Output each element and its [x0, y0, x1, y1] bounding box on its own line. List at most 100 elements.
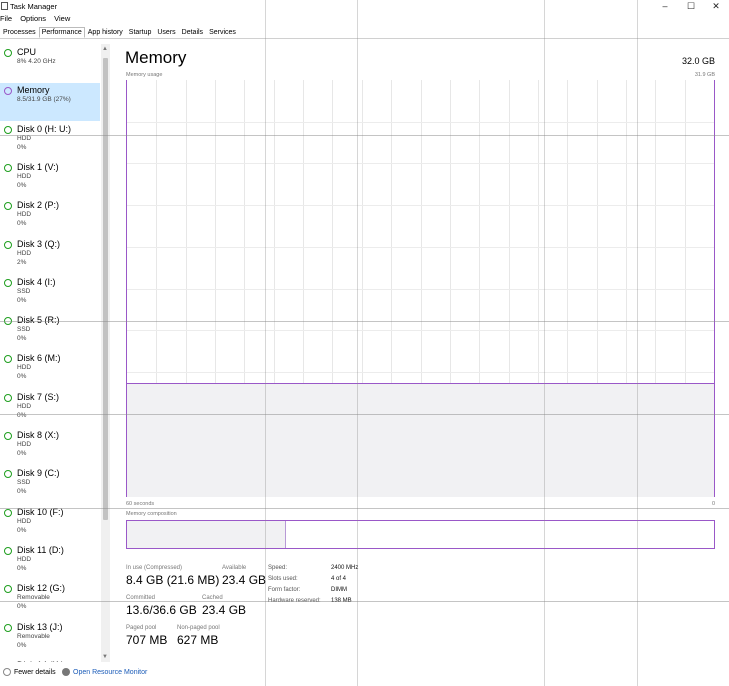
- stat-in-use: In use (Compressed) 8.4 GB (21.6 MB): [126, 565, 219, 587]
- scrollbar-thumb[interactable]: [103, 58, 108, 520]
- sidebar-item-usage: 0%: [17, 488, 27, 496]
- tab-startup[interactable]: Startup: [126, 27, 155, 38]
- fewer-details-link[interactable]: Fewer details: [3, 668, 56, 676]
- sidebar-item[interactable]: Disk 11 (D:) HDD 0%: [0, 543, 100, 581]
- sidebar-item[interactable]: Memory 8.5/31.9 GB (27%): [0, 83, 100, 122]
- menu-view[interactable]: View: [54, 14, 70, 23]
- open-resource-monitor-link[interactable]: Open Resource Monitor: [62, 668, 147, 676]
- sidebar-item-usage: 0%: [17, 526, 27, 534]
- sidebar-item[interactable]: Disk 7 (S:) HDD 0%: [0, 390, 100, 428]
- sidebar-item[interactable]: Disk 6 (M:) HDD 0%: [0, 351, 100, 389]
- status-ring-icon: [4, 585, 12, 594]
- status-ring-icon: [4, 87, 12, 96]
- sidebar-scrollbar[interactable]: ▲ ▼: [101, 44, 110, 662]
- sidebar-item-usage: 0%: [17, 181, 27, 189]
- sidebar-item[interactable]: Disk 13 (J:) Removable 0%: [0, 620, 100, 658]
- overlay-line: [0, 414, 729, 415]
- graph-gridline: [127, 330, 714, 332]
- stat-available-value: 23.4 GB: [222, 573, 267, 587]
- stat-cached: Cached 23.4 GB: [202, 595, 246, 617]
- sidebar-item[interactable]: Disk 2 (P:) HDD 0%: [0, 198, 100, 236]
- sidebar-item-name: Disk 8 (X:): [17, 430, 60, 440]
- sidebar-item[interactable]: Disk 10 (F:) HDD 0%: [0, 505, 100, 543]
- sidebar-item-detail: HDD: [17, 364, 32, 372]
- stat-paged-label: Paged pool: [126, 625, 157, 631]
- spec-speed-value: 2400 MHz: [331, 565, 359, 571]
- tab-services[interactable]: Services: [206, 27, 239, 38]
- graph-gridline: [127, 246, 714, 248]
- tab-processes[interactable]: Processes: [0, 27, 39, 38]
- sidebar-item-usage: 0%: [17, 335, 27, 343]
- tab-users[interactable]: Users: [154, 27, 178, 38]
- memory-usage-graph: [126, 80, 715, 497]
- chevron-up-icon: [3, 668, 11, 676]
- stat-committed-value: 13.6/36.6 GB: [126, 603, 197, 617]
- sidebar-item[interactable]: Disk 4 (I:) SSD 0%: [0, 275, 100, 313]
- sidebar-item-name: Disk 6 (M:): [17, 353, 61, 364]
- sidebar-item-usage: 0%: [17, 373, 27, 381]
- status-ring-icon: [4, 546, 12, 555]
- scroll-down-icon[interactable]: ▼: [102, 654, 108, 660]
- graph-gridline: [127, 288, 714, 290]
- overlay-line: [637, 0, 638, 686]
- sidebar-item-name: CPU: [17, 47, 37, 57]
- spec-slots-label: Slots used:: [268, 576, 298, 582]
- status-ring-icon: [4, 470, 12, 479]
- composition-in-use-segment: [127, 521, 287, 548]
- sidebar-item-detail: 8.5/31.9 GB (27%): [17, 96, 71, 104]
- scroll-up-icon[interactable]: ▲: [102, 46, 108, 52]
- graph-max-label: 31.9 GB: [694, 72, 715, 78]
- sidebar-item-usage: 0%: [17, 296, 27, 304]
- sidebar-item[interactable]: Disk 8 (X:) HDD 0%: [0, 428, 100, 466]
- window-title: Task Manager: [10, 2, 58, 11]
- overlay-line: [357, 0, 358, 686]
- stat-nonpaged-label: Non-paged pool: [177, 625, 220, 631]
- stat-paged-pool: Paged pool 707 MB: [126, 625, 167, 647]
- tab-bar: Processes Performance App history Startu…: [0, 27, 239, 38]
- graph-gridline: [127, 205, 714, 207]
- sidebar-item[interactable]: Disk 3 (Q:) HDD 2%: [0, 237, 100, 275]
- graph-axis-zero: 0: [711, 501, 715, 507]
- status-ring-icon: [4, 508, 12, 517]
- sidebar-item[interactable]: Disk 1 (V:) HDD 0%: [0, 160, 100, 198]
- sidebar-item-usage: 0%: [17, 411, 27, 419]
- sidebar-item-name: Memory: [17, 85, 50, 96]
- status-ring-icon: [4, 49, 12, 57]
- minimize-button[interactable]: –: [652, 0, 678, 12]
- status-ring-icon: [4, 125, 12, 134]
- menu-file[interactable]: File: [0, 14, 12, 23]
- overlay-line: [0, 508, 729, 509]
- sidebar-item-name: Disk 7 (S:): [17, 391, 60, 402]
- status-ring-icon: [4, 623, 12, 632]
- sidebar-item-detail: Removable: [17, 632, 50, 640]
- sidebar-item-name: Disk 9 (C:): [17, 468, 60, 479]
- sidebar-item[interactable]: Disk 9 (C:) SSD 0%: [0, 466, 100, 504]
- status-ring-icon: [4, 163, 12, 172]
- overlay-line: [265, 0, 266, 686]
- maximize-button[interactable]: ☐: [678, 0, 704, 12]
- spec-speed-label: Speed:: [268, 565, 288, 571]
- sidebar-item-name: Disk 3 (Q:): [17, 238, 61, 249]
- tab-details[interactable]: Details: [179, 27, 206, 38]
- stat-available-label: Available: [222, 565, 247, 571]
- menu-options[interactable]: Options: [20, 14, 46, 23]
- tab-app-history[interactable]: App history: [85, 27, 126, 38]
- stat-paged-value: 707 MB: [126, 633, 168, 647]
- close-button[interactable]: ✕: [703, 0, 729, 12]
- overlay-line: [0, 601, 729, 602]
- page-title: Memory: [125, 48, 187, 67]
- overlay-line: [0, 321, 729, 322]
- sidebar-item[interactable]: Disk 5 (R:)SSD0%: [0, 313, 100, 351]
- sidebar-item-name: Disk 12 (G:): [17, 583, 66, 594]
- sidebar-item-usage: 0%: [17, 450, 27, 457]
- overlay-line: [544, 0, 545, 686]
- sidebar-item-name: Disk 0 (H: U:): [17, 123, 71, 134]
- total-memory: 32.0 GB: [681, 56, 715, 66]
- graph-gridline: [127, 371, 714, 373]
- tab-performance[interactable]: Performance: [38, 27, 85, 38]
- sidebar-item[interactable]: CPU 8% 4.20 GHz: [0, 45, 100, 83]
- status-ring-icon: [4, 355, 12, 364]
- sidebar-item[interactable]: Disk 0 (H: U:) HDD 0%: [0, 122, 100, 160]
- stat-committed: Committed 13.6/36.6 GB: [126, 595, 197, 617]
- sidebar-item-detail: SSD: [17, 479, 31, 487]
